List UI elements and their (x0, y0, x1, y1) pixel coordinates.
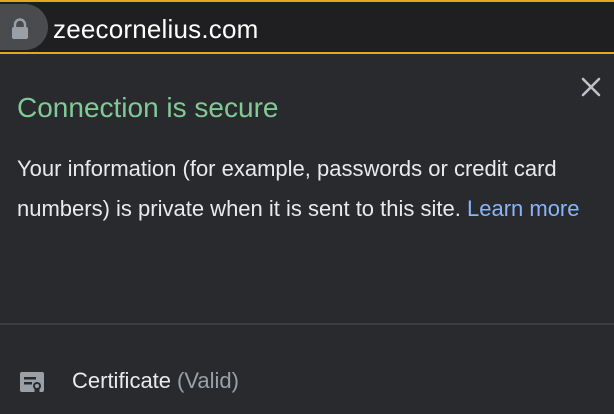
site-info-button[interactable] (0, 4, 48, 50)
certificate-icon (20, 372, 44, 395)
connection-description: Your information (for example, passwords… (17, 149, 602, 229)
page-info-window: zeecornelius.com Connection is secure Yo… (0, 0, 614, 414)
close-button[interactable] (578, 74, 604, 100)
close-icon (581, 77, 601, 97)
connection-status-title: Connection is secure (17, 92, 279, 123)
address-bar[interactable]: zeecornelius.com (0, 0, 614, 54)
divider (0, 323, 614, 325)
certificate-row[interactable]: Certificate (Valid) (0, 326, 614, 414)
learn-more-link[interactable]: Learn more (467, 196, 580, 221)
certificate-text: Certificate (Valid) (72, 368, 239, 394)
certificate-status: (Valid) (177, 368, 239, 393)
url-text[interactable]: zeecornelius.com (53, 14, 259, 45)
lock-icon (12, 18, 28, 39)
certificate-label: Certificate (72, 368, 172, 393)
